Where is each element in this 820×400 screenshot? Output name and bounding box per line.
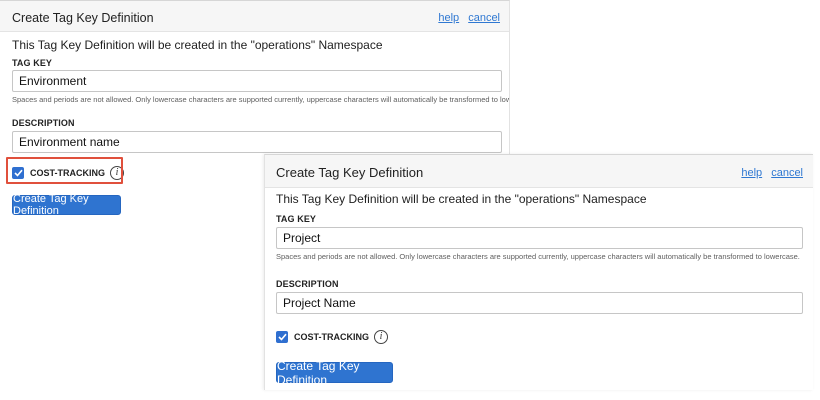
- dialog-header: Create Tag Key Definition help cancel: [265, 155, 813, 188]
- info-icon[interactable]: i: [374, 330, 388, 344]
- create-tag-key-button[interactable]: Create Tag Key Definition: [276, 359, 393, 387]
- tag-key-hint: Spaces and periods are not allowed. Only…: [276, 252, 800, 261]
- cost-tracking-checkbox[interactable]: [276, 331, 288, 343]
- help-link[interactable]: help: [741, 167, 762, 179]
- create-tag-key-button[interactable]: Create Tag Key Definition: [12, 193, 121, 217]
- cancel-link[interactable]: cancel: [468, 12, 500, 24]
- help-link[interactable]: help: [438, 12, 459, 24]
- tag-key-dialog-project: Create Tag Key Definition help cancel Th…: [264, 154, 813, 390]
- dialog-header: Create Tag Key Definition help cancel: [0, 1, 509, 32]
- description-input[interactable]: [276, 292, 803, 314]
- dialog-title: Create Tag Key Definition: [12, 11, 154, 25]
- namespace-info: This Tag Key Definition will be created …: [12, 38, 383, 52]
- header-links: help cancel: [741, 167, 803, 179]
- cost-tracking-row: COST-TRACKING i: [276, 330, 388, 344]
- tag-key-input[interactable]: [12, 70, 502, 92]
- cost-tracking-highlight-box: [6, 157, 123, 184]
- description-label: DESCRIPTION: [12, 118, 75, 128]
- cost-tracking-label: COST-TRACKING: [294, 332, 369, 342]
- description-input[interactable]: [12, 131, 502, 153]
- tag-key-label: TAG KEY: [276, 214, 317, 224]
- cancel-link[interactable]: cancel: [771, 167, 803, 179]
- dialog-title: Create Tag Key Definition: [276, 165, 424, 180]
- tag-key-hint: Spaces and periods are not allowed. Only…: [12, 95, 510, 104]
- checkbox-checked-icon: [277, 333, 287, 341]
- header-links: help cancel: [438, 12, 500, 24]
- description-label: DESCRIPTION: [276, 279, 339, 289]
- tag-key-label: TAG KEY: [12, 58, 53, 68]
- tag-key-input[interactable]: [276, 227, 803, 249]
- namespace-info: This Tag Key Definition will be created …: [276, 192, 647, 206]
